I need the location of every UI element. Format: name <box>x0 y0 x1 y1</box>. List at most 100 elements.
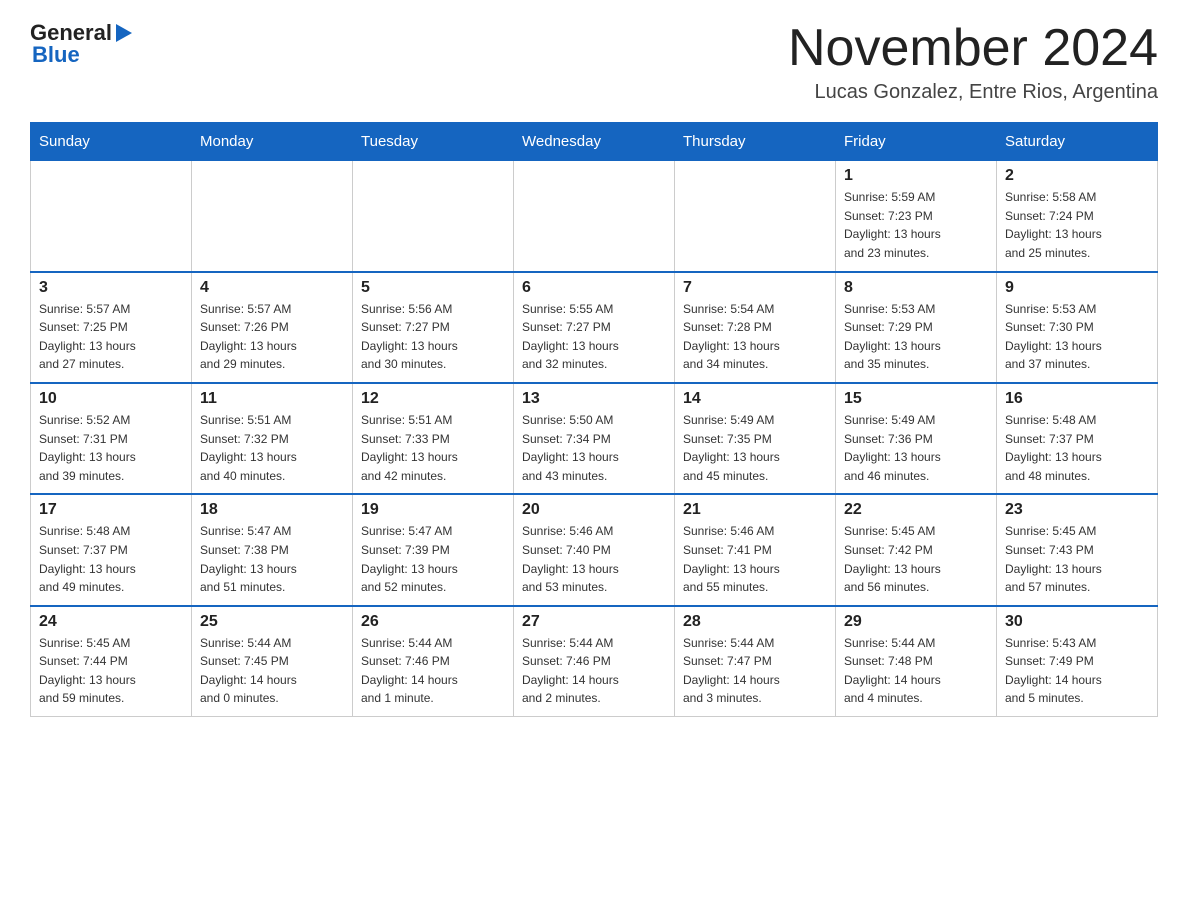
day-number: 8 <box>844 279 988 297</box>
calendar-cell: 21 Sunrise: 5:46 AM Sunset: 7:41 PM Dayli… <box>675 494 836 605</box>
day-number: 23 <box>1005 501 1149 519</box>
day-info: Sunrise: 5:44 AM Sunset: 7:47 PM Dayligh… <box>683 634 827 708</box>
day-number: 20 <box>522 501 666 519</box>
day-of-week-header: Thursday <box>675 123 836 161</box>
calendar-week-row: 17 Sunrise: 5:48 AM Sunset: 7:37 PM Dayli… <box>31 494 1158 605</box>
day-info: Sunrise: 5:58 AM Sunset: 7:24 PM Dayligh… <box>1005 188 1149 262</box>
page-header: General Blue November 2024 Lucas Gonzale… <box>30 20 1158 104</box>
calendar-cell: 27 Sunrise: 5:44 AM Sunset: 7:46 PM Dayli… <box>514 606 675 717</box>
day-info: Sunrise: 5:45 AM Sunset: 7:43 PM Dayligh… <box>1005 522 1149 596</box>
day-of-week-header: Saturday <box>997 123 1158 161</box>
day-number: 4 <box>200 279 344 297</box>
day-info: Sunrise: 5:44 AM Sunset: 7:46 PM Dayligh… <box>522 634 666 708</box>
calendar-cell: 4 Sunrise: 5:57 AM Sunset: 7:26 PM Daylig… <box>192 272 353 383</box>
day-number: 10 <box>39 390 183 408</box>
calendar-cell: 8 Sunrise: 5:53 AM Sunset: 7:29 PM Daylig… <box>836 272 997 383</box>
calendar-cell: 20Sunrise: 5:46 AM Sunset: 7:40 PM Dayli… <box>514 494 675 605</box>
calendar-week-row: 3 Sunrise: 5:57 AM Sunset: 7:25 PM Daylig… <box>31 272 1158 383</box>
day-number: 27 <box>522 613 666 631</box>
day-number: 30 <box>1005 613 1149 631</box>
day-number: 14 <box>683 390 827 408</box>
day-info: Sunrise: 5:47 AM Sunset: 7:39 PM Dayligh… <box>361 522 505 596</box>
day-number: 17 <box>39 501 183 519</box>
day-number: 3 <box>39 279 183 297</box>
calendar-cell: 24 Sunrise: 5:45 AM Sunset: 7:44 PM Dayli… <box>31 606 192 717</box>
day-number: 16 <box>1005 390 1149 408</box>
calendar-cell: 5Sunrise: 5:56 AM Sunset: 7:27 PM Daylig… <box>353 272 514 383</box>
calendar-week-row: 1Sunrise: 5:59 AM Sunset: 7:23 PM Daylig… <box>31 161 1158 272</box>
calendar-header-row: SundayMondayTuesdayWednesdayThursdayFrid… <box>31 123 1158 161</box>
day-info: Sunrise: 5:47 AM Sunset: 7:38 PM Dayligh… <box>200 522 344 596</box>
day-info: Sunrise: 5:45 AM Sunset: 7:44 PM Dayligh… <box>39 634 183 708</box>
calendar-cell <box>514 161 675 272</box>
day-info: Sunrise: 5:45 AM Sunset: 7:42 PM Dayligh… <box>844 522 988 596</box>
day-info: Sunrise: 5:43 AM Sunset: 7:49 PM Dayligh… <box>1005 634 1149 708</box>
day-info: Sunrise: 5:48 AM Sunset: 7:37 PM Dayligh… <box>1005 411 1149 485</box>
calendar-cell: 29Sunrise: 5:44 AM Sunset: 7:48 PM Dayli… <box>836 606 997 717</box>
calendar-cell: 9 Sunrise: 5:53 AM Sunset: 7:30 PM Daylig… <box>997 272 1158 383</box>
day-number: 25 <box>200 613 344 631</box>
day-info: Sunrise: 5:46 AM Sunset: 7:41 PM Dayligh… <box>683 522 827 596</box>
subtitle: Lucas Gonzalez, Entre Rios, Argentina <box>788 81 1158 104</box>
calendar-cell: 15Sunrise: 5:49 AM Sunset: 7:36 PM Dayli… <box>836 383 997 494</box>
day-number: 9 <box>1005 279 1149 297</box>
day-number: 21 <box>683 501 827 519</box>
calendar-cell: 30 Sunrise: 5:43 AM Sunset: 7:49 PM Dayli… <box>997 606 1158 717</box>
calendar-cell: 23 Sunrise: 5:45 AM Sunset: 7:43 PM Dayli… <box>997 494 1158 605</box>
calendar-cell: 14 Sunrise: 5:49 AM Sunset: 7:35 PM Dayli… <box>675 383 836 494</box>
day-number: 18 <box>200 501 344 519</box>
calendar-week-row: 10 Sunrise: 5:52 AM Sunset: 7:31 PM Dayli… <box>31 383 1158 494</box>
day-info: Sunrise: 5:51 AM Sunset: 7:32 PM Dayligh… <box>200 411 344 485</box>
month-title: November 2024 <box>788 20 1158 77</box>
logo-triangle-icon <box>114 22 134 44</box>
calendar-cell: 11 Sunrise: 5:51 AM Sunset: 7:32 PM Dayli… <box>192 383 353 494</box>
calendar-cell: 7Sunrise: 5:54 AM Sunset: 7:28 PM Daylig… <box>675 272 836 383</box>
calendar-cell: 26Sunrise: 5:44 AM Sunset: 7:46 PM Dayli… <box>353 606 514 717</box>
day-number: 24 <box>39 613 183 631</box>
calendar-cell <box>192 161 353 272</box>
calendar-cell <box>353 161 514 272</box>
logo-blue-text: Blue <box>32 42 80 68</box>
calendar-cell <box>31 161 192 272</box>
day-number: 11 <box>200 390 344 408</box>
calendar-cell: 2 Sunrise: 5:58 AM Sunset: 7:24 PM Daylig… <box>997 161 1158 272</box>
day-number: 28 <box>683 613 827 631</box>
day-info: Sunrise: 5:52 AM Sunset: 7:31 PM Dayligh… <box>39 411 183 485</box>
day-info: Sunrise: 5:55 AM Sunset: 7:27 PM Dayligh… <box>522 300 666 374</box>
day-number: 22 <box>844 501 988 519</box>
calendar-cell: 1Sunrise: 5:59 AM Sunset: 7:23 PM Daylig… <box>836 161 997 272</box>
calendar-cell: 18 Sunrise: 5:47 AM Sunset: 7:38 PM Dayli… <box>192 494 353 605</box>
calendar-cell: 3 Sunrise: 5:57 AM Sunset: 7:25 PM Daylig… <box>31 272 192 383</box>
day-info: Sunrise: 5:53 AM Sunset: 7:30 PM Dayligh… <box>1005 300 1149 374</box>
day-info: Sunrise: 5:57 AM Sunset: 7:25 PM Dayligh… <box>39 300 183 374</box>
day-of-week-header: Monday <box>192 123 353 161</box>
day-info: Sunrise: 5:49 AM Sunset: 7:35 PM Dayligh… <box>683 411 827 485</box>
calendar-week-row: 24 Sunrise: 5:45 AM Sunset: 7:44 PM Dayli… <box>31 606 1158 717</box>
day-info: Sunrise: 5:48 AM Sunset: 7:37 PM Dayligh… <box>39 522 183 596</box>
day-of-week-header: Sunday <box>31 123 192 161</box>
day-number: 19 <box>361 501 505 519</box>
logo: General Blue <box>30 20 134 68</box>
day-info: Sunrise: 5:53 AM Sunset: 7:29 PM Dayligh… <box>844 300 988 374</box>
calendar-cell: 6 Sunrise: 5:55 AM Sunset: 7:27 PM Daylig… <box>514 272 675 383</box>
day-number: 26 <box>361 613 505 631</box>
day-number: 13 <box>522 390 666 408</box>
day-of-week-header: Friday <box>836 123 997 161</box>
day-number: 12 <box>361 390 505 408</box>
calendar-cell: 22 Sunrise: 5:45 AM Sunset: 7:42 PM Dayli… <box>836 494 997 605</box>
day-number: 6 <box>522 279 666 297</box>
day-number: 2 <box>1005 167 1149 185</box>
calendar-cell: 25Sunrise: 5:44 AM Sunset: 7:45 PM Dayli… <box>192 606 353 717</box>
day-info: Sunrise: 5:57 AM Sunset: 7:26 PM Dayligh… <box>200 300 344 374</box>
title-section: November 2024 Lucas Gonzalez, Entre Rios… <box>788 20 1158 104</box>
calendar-table: SundayMondayTuesdayWednesdayThursdayFrid… <box>30 122 1158 717</box>
day-info: Sunrise: 5:44 AM Sunset: 7:48 PM Dayligh… <box>844 634 988 708</box>
day-of-week-header: Wednesday <box>514 123 675 161</box>
day-info: Sunrise: 5:50 AM Sunset: 7:34 PM Dayligh… <box>522 411 666 485</box>
day-info: Sunrise: 5:59 AM Sunset: 7:23 PM Dayligh… <box>844 188 988 262</box>
day-number: 5 <box>361 279 505 297</box>
calendar-cell <box>675 161 836 272</box>
day-info: Sunrise: 5:49 AM Sunset: 7:36 PM Dayligh… <box>844 411 988 485</box>
calendar-cell: 16 Sunrise: 5:48 AM Sunset: 7:37 PM Dayli… <box>997 383 1158 494</box>
day-number: 7 <box>683 279 827 297</box>
